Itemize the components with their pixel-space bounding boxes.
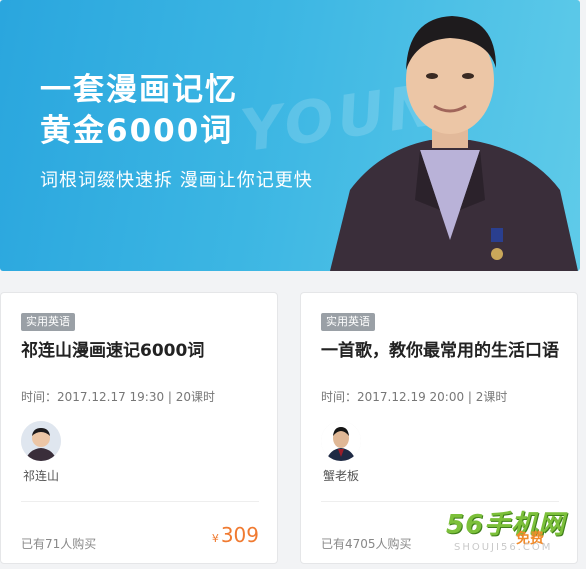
category-tag: 实用英语 [21,313,75,331]
course-price: ¥309 [212,523,259,547]
course-card[interactable]: 实用英语 祁连山漫画速记6000词 时间：2017.12.17 19:30 | … [0,292,278,564]
course-title[interactable]: 祁连山漫画速记6000词 [21,340,265,363]
avatar-image [21,421,61,461]
teacher-avatar[interactable] [21,421,61,461]
teacher-avatar[interactable] [321,421,361,461]
course-title[interactable]: 一首歌，教你最常用的生活口语 [321,340,565,363]
banner-subtitle: 词根词缀快速拆 漫画让你记更快 [40,170,313,191]
teacher-name: 祁连山 [23,469,60,483]
teacher-name: 蟹老板 [323,469,360,483]
course-time: 时间：2017.12.17 19:30 | 20课时 [21,390,216,404]
banner-title-line2: 黄金6000词 [40,113,234,149]
teacher-photo [330,16,578,271]
avatar-image [321,421,361,461]
divider [21,501,259,502]
watermark-logo-text: 56手机网 [446,510,566,540]
course-banner[interactable]: YOUNG 一套漫画记忆 黄金6000词 词根词缀快速拆 漫画让你记更快 [0,0,580,271]
divider [321,501,559,502]
currency-symbol: ¥ [211,532,219,545]
site-watermark-logo: 56手机网 免费 SHOUJI56.COM [446,504,576,560]
buyer-count: 已有71人购买 [21,537,97,551]
category-tag: 实用英语 [321,313,375,331]
course-time: 时间：2017.12.19 20:00 | 2课时 [321,390,508,404]
banner-title-line1: 一套漫画记忆 [40,72,238,108]
buyer-count: 已有4705人购买 [321,537,412,551]
watermark-domain: SHOUJI56.COM [454,542,553,553]
price-value: 309 [220,523,259,547]
